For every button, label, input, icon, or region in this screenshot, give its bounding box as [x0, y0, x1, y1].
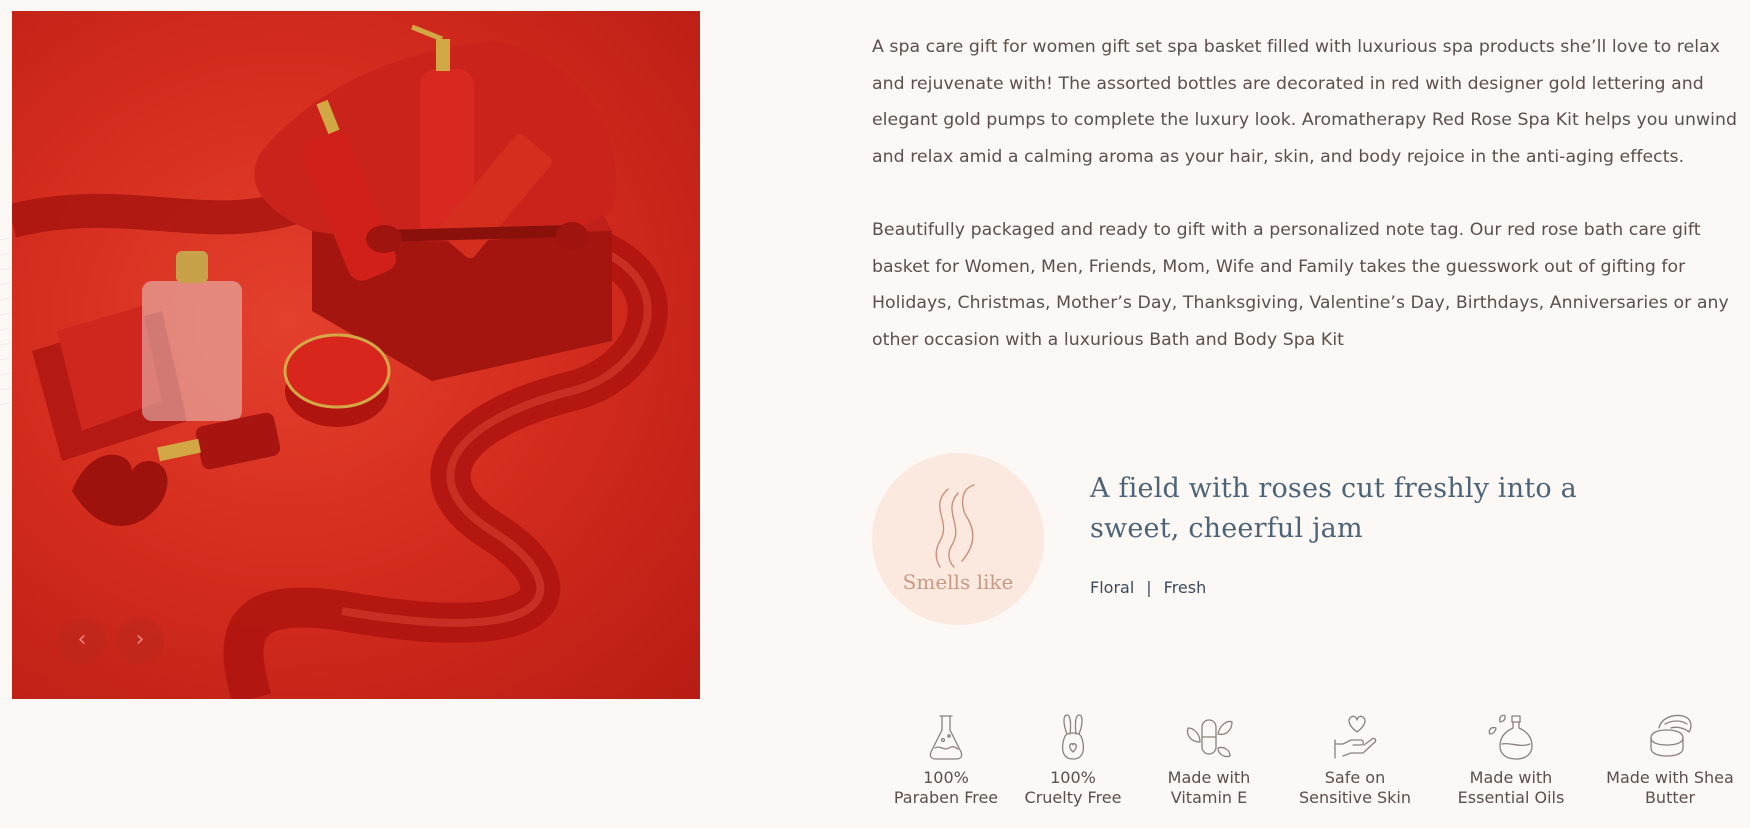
- description-paragraph: A spa care gift for women gift set spa b…: [872, 37, 1738, 167]
- gallery-next-arrow[interactable]: ›: [116, 617, 164, 665]
- product-photo-illustration: [12, 24, 668, 699]
- feature-essential-oils: Made with Essential Oils: [1431, 712, 1591, 808]
- product-description: A spa care gift for women gift set spa b…: [872, 29, 1742, 358]
- scent-note: Floral: [1090, 578, 1135, 597]
- product-features: 100% Paraben Free 100% Cruelty Free Made w…: [870, 712, 1740, 828]
- feature-label: Made with Shea Butter: [1606, 768, 1734, 807]
- feature-shea-butter: Made with Shea Butter: [1590, 712, 1750, 808]
- product-image: ‹ ›: [12, 11, 700, 699]
- flask-icon: [929, 715, 963, 760]
- scent-note-separator: |: [1146, 578, 1152, 597]
- hand-heart-icon: [1334, 715, 1377, 759]
- capsule-leaf-icon: [1186, 719, 1233, 758]
- scent-note: Fresh: [1163, 578, 1207, 597]
- butter-jar-icon: [1650, 714, 1692, 757]
- scent-notes: Floral | Fresh: [1090, 578, 1206, 597]
- scent-description: A field with roses cut freshly into a sw…: [1090, 473, 1577, 544]
- scent-waves-icon: [935, 484, 975, 568]
- feature-label: Made with Essential Oils: [1457, 768, 1565, 807]
- feature-sensitive-skin: Safe on Sensitive Skin: [1275, 712, 1435, 808]
- oil-bottle-icon: [1488, 714, 1533, 760]
- smells-like-badge: Smells like: [872, 453, 1044, 625]
- feature-label: Made with Vitamin E: [1167, 768, 1251, 807]
- gallery-prev-arrow[interactable]: ‹: [58, 617, 106, 665]
- description-paragraph: Beautifully packaged and ready to gift w…: [872, 220, 1729, 350]
- feature-vitamin-e: Made with Vitamin E: [1129, 712, 1289, 808]
- smells-like-label: Smells like: [902, 570, 1014, 594]
- bunny-icon: [1061, 714, 1085, 760]
- feature-label: Safe on Sensitive Skin: [1298, 768, 1412, 807]
